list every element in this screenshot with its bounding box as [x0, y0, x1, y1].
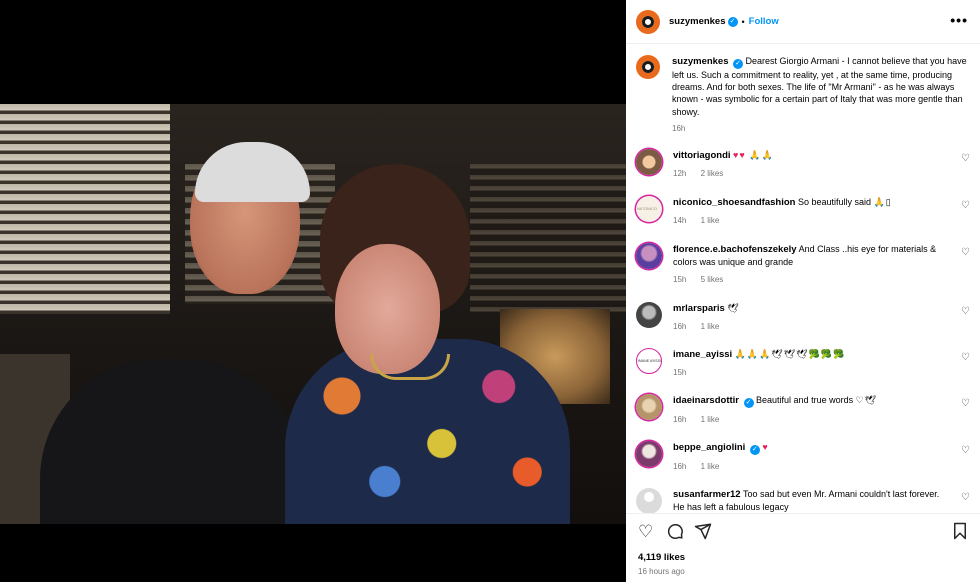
verified-icon: ✓ [743, 398, 754, 408]
comment-likes-count[interactable]: 1 like [701, 462, 720, 471]
comment-text: So beautifully said [797, 197, 872, 207]
post-header: suzymenkes ✓ • Follow ••• [626, 0, 980, 44]
comment-item: niconico_shoesandfashion So beautifully … [636, 196, 974, 227]
verified-icon: ✓ [727, 16, 738, 27]
comment-likes-count[interactable]: 1 like [701, 415, 720, 424]
window-blinds [470, 164, 626, 314]
comment-username[interactable]: imane_ayissi [673, 349, 732, 360]
comment-like-heart-icon[interactable]: ♡ [961, 398, 970, 409]
avatar[interactable] [636, 149, 662, 175]
comment-meta: 14h 1 like [673, 215, 953, 227]
man-hair [195, 142, 310, 202]
comment-meta: 12h 2 likes [673, 168, 953, 180]
comment-item: susanfarmer12 Too sad but even Mr. Arman… [636, 488, 974, 513]
comment-item: imane_ayissi 🙏🙏🙏🕊🕊🕊🥦🥦🥦 15h ♡ [636, 348, 974, 379]
avatar[interactable] [636, 441, 662, 467]
comment-body: imane_ayissi 🙏🙏🙏🕊🕊🕊🥦🥦🥦 15h [673, 348, 953, 379]
post-side-panel: suzymenkes ✓ • Follow ••• suzymenkes ✓ D… [626, 0, 980, 582]
comment-likes-count[interactable]: 5 likes [701, 275, 724, 284]
post-author-username[interactable]: suzymenkes [669, 16, 726, 27]
comment-item: mrlarsparis 🕊 16h 1 like ♡ [636, 302, 974, 333]
comment-timestamp[interactable]: 15h [673, 368, 686, 377]
verified-icon: ✓ [749, 445, 760, 455]
comment-likes-count[interactable]: 1 like [701, 216, 720, 225]
comment-text: Beautiful and true words [756, 395, 854, 405]
comment-meta: 15h [673, 367, 953, 379]
comment-username[interactable]: idaeinarsdottir [673, 395, 739, 406]
comment-meta: 15h 5 likes [673, 274, 953, 286]
comment-body: susanfarmer12 Too sad but even Mr. Arman… [673, 488, 953, 513]
man-figure [40, 359, 305, 524]
comment-item: beppe_angiolini ✓ ♥ 16h 1 like ♡ [636, 441, 974, 473]
share-icon[interactable] [694, 522, 712, 545]
heart-icon[interactable]: ♡ [638, 522, 653, 542]
avatar[interactable] [636, 348, 662, 374]
comment-item: vittoriagondi ♥♥ 🙏🙏 12h 2 likes ♡ [636, 149, 974, 180]
avatar[interactable] [636, 488, 662, 513]
comment-like-heart-icon[interactable]: ♡ [961, 445, 970, 456]
comment-emoji: ♥♥ 🙏🙏 [733, 150, 774, 160]
post-photo[interactable] [0, 104, 626, 524]
comment-timestamp[interactable]: 15h [673, 275, 686, 284]
comment-icon[interactable] [666, 522, 684, 545]
separator-dot: • [741, 16, 745, 27]
more-options-icon[interactable]: ••• [950, 12, 968, 28]
caption-username[interactable]: suzymenkes [672, 56, 729, 67]
comment-timestamp[interactable]: 16h [673, 462, 686, 471]
caption-body: suzymenkes ✓ Dearest Giorgio Armani - I … [672, 55, 970, 135]
comment-username[interactable]: florence.e.bachofenszekely [673, 244, 797, 255]
comment-username[interactable]: beppe_angiolini [673, 442, 745, 453]
comment-emoji: ♡🕊 [855, 395, 878, 405]
comment-body: mrlarsparis 🕊 16h 1 like [673, 302, 953, 333]
comment-item: idaeinarsdottir ✓ Beautiful and true wor… [636, 394, 974, 426]
comment-timestamp[interactable]: 16h [673, 322, 686, 331]
comment-emoji: 🕊 [727, 303, 740, 313]
post-actions-bar: ♡ 4,119 likes 16 hours ago [626, 513, 980, 582]
avatar[interactable] [636, 55, 660, 79]
comment-username[interactable]: mrlarsparis [673, 303, 725, 314]
comment-username[interactable]: niconico_shoesandfashion [673, 197, 795, 208]
comment-timestamp[interactable]: 12h [673, 169, 686, 178]
verified-icon: ✓ [733, 59, 744, 69]
comment-item: florence.e.bachofenszekely And Class ..h… [636, 243, 974, 287]
comment-username[interactable]: vittoriagondi [673, 150, 731, 161]
avatar[interactable] [636, 9, 660, 34]
comment-like-heart-icon[interactable]: ♡ [961, 492, 970, 503]
comment-body: vittoriagondi ♥♥ 🙏🙏 12h 2 likes [673, 149, 953, 180]
post-caption: suzymenkes ✓ Dearest Giorgio Armani - I … [636, 55, 970, 135]
comment-meta: 16h 1 like [673, 461, 953, 473]
comment-username[interactable]: susanfarmer12 [673, 489, 741, 500]
comment-emoji: 🙏▯ [873, 197, 892, 207]
avatar[interactable] [636, 302, 662, 328]
comment-like-heart-icon[interactable]: ♡ [961, 247, 970, 258]
comment-like-heart-icon[interactable]: ♡ [961, 352, 970, 363]
comment-body: idaeinarsdottir ✓ Beautiful and true wor… [673, 394, 953, 426]
window-blinds [0, 104, 170, 314]
comment-timestamp[interactable]: 14h [673, 216, 686, 225]
comment-emoji: 🙏🙏🙏🕊🕊🕊🥦🥦🥦 [734, 349, 846, 359]
follow-button[interactable]: Follow [749, 16, 779, 27]
avatar[interactable] [636, 243, 662, 269]
post-photo-panel [0, 0, 626, 582]
comment-like-heart-icon[interactable]: ♡ [961, 306, 970, 317]
comment-likes-count[interactable]: 1 like [701, 322, 720, 331]
comment-body: niconico_shoesandfashion So beautifully … [673, 196, 953, 227]
comment-body: beppe_angiolini ✓ ♥ 16h 1 like [673, 441, 953, 473]
post-timestamp[interactable]: 16 hours ago [638, 567, 685, 576]
comment-timestamp[interactable]: 16h [673, 415, 686, 424]
caption-timestamp[interactable]: 16h [672, 123, 970, 135]
comment-like-heart-icon[interactable]: ♡ [961, 200, 970, 211]
likes-count[interactable]: 4,119 likes [638, 552, 685, 563]
avatar[interactable] [636, 196, 662, 222]
comment-meta: 16h 1 like [673, 321, 953, 333]
comment-likes-count[interactable]: 2 likes [701, 169, 724, 178]
comment-like-heart-icon[interactable]: ♡ [961, 153, 970, 164]
comment-meta: 16h 1 like [673, 414, 953, 426]
bookmark-icon[interactable] [952, 522, 968, 545]
comment-emoji: ♥ [762, 442, 769, 452]
avatar[interactable] [636, 394, 662, 420]
comment-body: florence.e.bachofenszekely And Class ..h… [673, 243, 953, 287]
comments-scroll-area[interactable]: suzymenkes ✓ Dearest Giorgio Armani - I … [626, 45, 980, 513]
